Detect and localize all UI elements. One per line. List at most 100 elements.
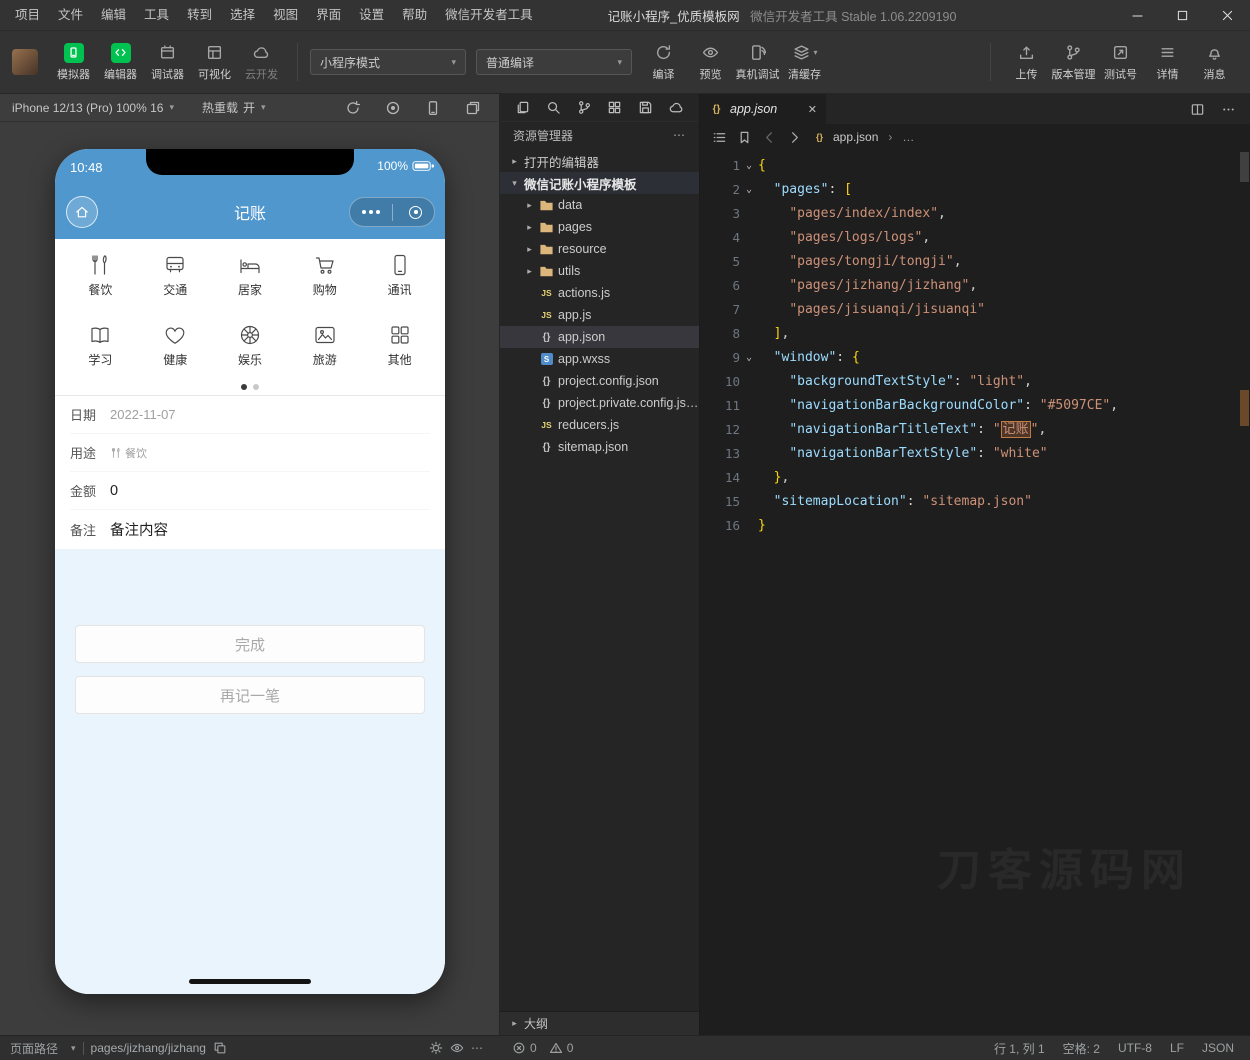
copy-path-icon[interactable] [213, 1041, 227, 1055]
breadcrumb-file[interactable]: app.json [833, 130, 878, 144]
page-path[interactable]: pages/jizhang/jizhang [91, 1041, 206, 1055]
tree-item-file[interactable]: JS reducers.js [500, 414, 699, 436]
scrollbar-thumb[interactable] [1240, 152, 1249, 182]
outline-section[interactable]: ▸ 大纲 [500, 1011, 699, 1035]
code-line[interactable]: 6 "pages/jizhang/jizhang", [700, 274, 1250, 298]
theme-icon[interactable] [429, 1041, 443, 1055]
category-item[interactable]: 其他 [362, 323, 437, 379]
editor-more-icon[interactable] [1221, 102, 1236, 117]
breadcrumb-more[interactable]: … [902, 130, 914, 144]
toolbar-item-testid[interactable]: 测试号 [1097, 43, 1144, 82]
toolbar-item-compile[interactable]: 编译 [640, 43, 687, 82]
form-row-note[interactable]: 备注 备注内容 [70, 510, 430, 548]
windows-icon[interactable] [465, 100, 481, 116]
tree-item-file[interactable]: JS app.js [500, 304, 699, 326]
errors-status[interactable]: 0 [512, 1041, 537, 1055]
category-item[interactable]: 餐饮 [63, 253, 138, 309]
warnings-status[interactable]: 0 [549, 1041, 573, 1055]
device-select[interactable]: iPhone 12/13 (Pro) 100% 16 ▾ [12, 101, 174, 115]
more-menu-icon[interactable] [350, 210, 392, 214]
code-line[interactable]: 8 ], [700, 322, 1250, 346]
fold-icon[interactable]: ⌄ [740, 346, 758, 370]
code-line[interactable]: 11 "navigationBarBackgroundColor": "#509… [700, 394, 1250, 418]
code-line[interactable]: 1 ⌄{ [700, 154, 1250, 178]
fold-icon[interactable]: ⌄ [740, 178, 758, 202]
code-line[interactable]: 14 }, [700, 466, 1250, 490]
category-item[interactable]: 健康 [138, 323, 213, 379]
toolbar-item-device-debug[interactable]: 真机调试 [734, 43, 781, 82]
home-button[interactable] [66, 196, 98, 228]
statusbar-more-icon[interactable]: ⋯ [471, 1041, 484, 1055]
code-line[interactable]: 15 "sitemapLocation": "sitemap.json" [700, 490, 1250, 514]
code-line[interactable]: 10 "backgroundTextStyle": "light", [700, 370, 1250, 394]
category-item[interactable]: 居家 [213, 253, 288, 309]
split-editor-icon[interactable] [1190, 102, 1205, 117]
user-avatar[interactable] [12, 49, 38, 75]
menu-item[interactable]: 界面 [307, 0, 350, 30]
form-value-note[interactable]: 备注内容 [110, 519, 168, 540]
code-line[interactable]: 2 ⌄ "pages": [ [700, 178, 1250, 202]
code-line[interactable]: 4 "pages/logs/logs", [700, 226, 1250, 250]
form-row-date[interactable]: 日期 2022-11-07 [70, 396, 430, 434]
toolbar-item-debugger[interactable]: 调试器 [144, 43, 191, 82]
menu-item[interactable]: 文件 [49, 0, 92, 30]
menu-item[interactable]: 项目 [6, 0, 49, 30]
tree-item-file[interactable]: {} app.json [500, 326, 699, 348]
code-line[interactable]: 12 "navigationBarTitleText": " 记账 ", [700, 418, 1250, 442]
form-row-purpose[interactable]: 用途 餐饮 [70, 434, 430, 472]
nav-forward-icon[interactable] [787, 130, 802, 145]
toolbar-item-simulator[interactable]: 模拟器 [50, 42, 97, 82]
branch-icon[interactable] [577, 100, 592, 115]
toolbar-item-details[interactable]: 详情 [1144, 43, 1191, 82]
tree-item-folder[interactable]: ▸ resource [500, 238, 699, 260]
tree-item-folder[interactable]: ▸ utils [500, 260, 699, 282]
category-item[interactable]: 交通 [138, 253, 213, 309]
menu-item[interactable]: 帮助 [393, 0, 436, 30]
code-editor[interactable]: 1 ⌄{2 ⌄ "pages": [3 "pages/index/index", 4 … [700, 150, 1250, 1035]
more-actions-icon[interactable]: ⋯ [673, 128, 686, 142]
toolbar-item-message[interactable]: 消息 [1191, 43, 1238, 82]
files-icon[interactable] [515, 100, 530, 115]
code-line[interactable]: 5 "pages/tongji/tongji", [700, 250, 1250, 274]
form-value-purpose[interactable]: 餐饮 [110, 445, 147, 461]
finish-button[interactable]: 完成 [75, 625, 425, 663]
menu-item[interactable]: 工具 [135, 0, 178, 30]
tree-item-file[interactable]: JS actions.js [500, 282, 699, 304]
compile-mode-select[interactable]: 普通编译 ▾ [476, 49, 632, 75]
toolbar-item-upload[interactable]: 上传 [1003, 43, 1050, 82]
menu-item[interactable]: 视图 [264, 0, 307, 30]
cloud-icon[interactable] [669, 100, 684, 115]
code-line[interactable]: 9 ⌄ "window": { [700, 346, 1250, 370]
code-line[interactable]: 13 "navigationBarTextStyle": "white" [700, 442, 1250, 466]
page-path-label[interactable]: 页面路径 [10, 1040, 58, 1057]
menu-item[interactable]: 设置 [350, 0, 393, 30]
category-item[interactable]: 通讯 [362, 253, 437, 309]
tree-item-file[interactable]: {} sitemap.json [500, 436, 699, 458]
form-value-date[interactable]: 2022-11-07 [110, 407, 176, 422]
category-item[interactable]: 旅游 [287, 323, 362, 379]
record-icon[interactable] [385, 100, 401, 116]
toolbar-item-clear-cache[interactable]: ▾ 清缓存 [781, 43, 828, 82]
encoding[interactable]: UTF-8 [1118, 1041, 1152, 1055]
preview-eye-icon[interactable] [450, 1041, 464, 1055]
code-line[interactable]: 16} [700, 514, 1250, 538]
form-row-amount[interactable]: 金额 0 [70, 472, 430, 510]
device-icon[interactable] [425, 100, 441, 116]
search-icon[interactable] [546, 100, 561, 115]
menu-item[interactable]: 编辑 [92, 0, 135, 30]
maximize-button[interactable] [1160, 0, 1205, 30]
capsule-menu[interactable] [349, 197, 435, 227]
code-line[interactable]: 3 "pages/index/index", [700, 202, 1250, 226]
eol-type[interactable]: LF [1170, 1041, 1184, 1055]
menu-item[interactable]: 选择 [221, 0, 264, 30]
outline-list-icon[interactable] [712, 130, 727, 145]
close-button[interactable] [1205, 0, 1250, 30]
exit-icon[interactable] [393, 206, 435, 219]
tree-item-section[interactable]: ▸ 打开的编辑器 [500, 150, 699, 172]
code-line[interactable]: 7 "pages/jisuanqi/jisuanqi" [700, 298, 1250, 322]
tree-item-folder[interactable]: ▸ pages [500, 216, 699, 238]
tree-item-section[interactable]: ▾ 微信记账小程序模板 [500, 172, 699, 194]
category-item[interactable]: 购物 [287, 253, 362, 309]
menu-item[interactable]: 转到 [178, 0, 221, 30]
close-tab-icon[interactable]: ✕ [808, 103, 817, 116]
